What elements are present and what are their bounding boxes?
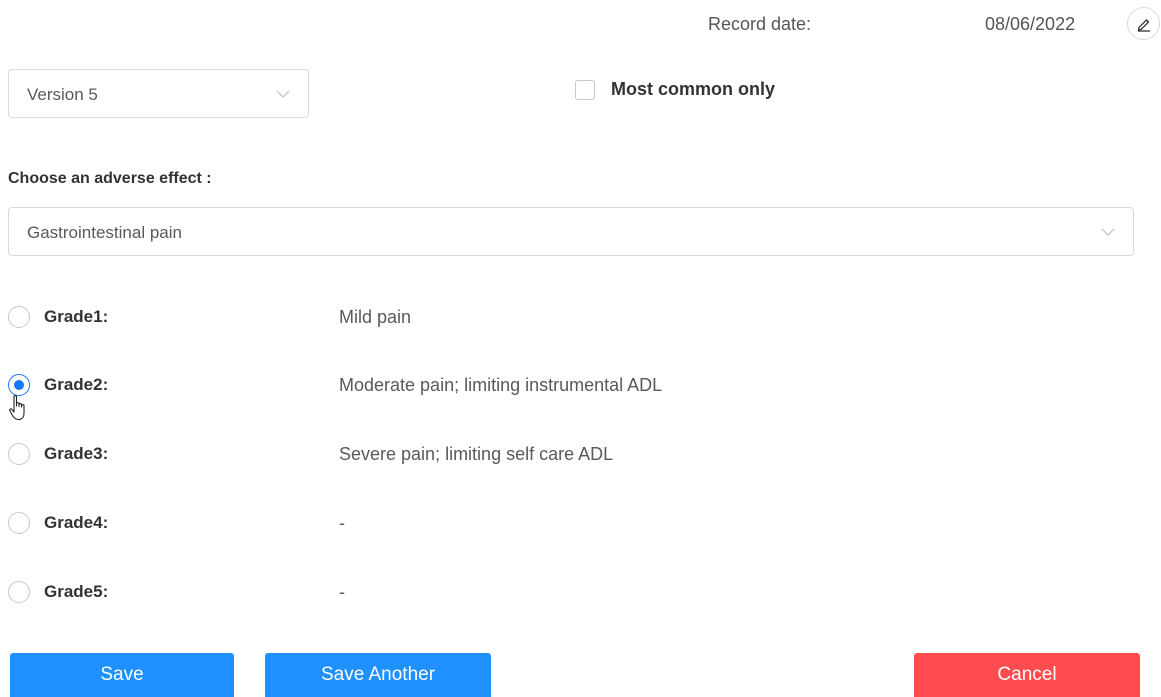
adverse-effect-value: Gastrointestinal pain (27, 223, 182, 242)
save-another-button[interactable]: Save Another (265, 653, 491, 697)
chevron-down-icon (276, 90, 290, 98)
grade-option-4[interactable]: Grade4: - (0, 509, 760, 539)
grade-1-radio[interactable] (8, 306, 30, 328)
grade-3-description: Severe pain; limiting self care ADL (339, 444, 614, 464)
grade-2-label: Grade2: (44, 375, 109, 394)
grade-4-radio[interactable] (8, 512, 30, 534)
record-date-value: 08/06/2022 (985, 14, 1076, 34)
adverse-effect-label: Choose an adverse effect : (8, 170, 212, 187)
grade-3-radio[interactable] (8, 443, 30, 465)
grade-option-2[interactable]: Grade2: Moderate pain; limiting instrume… (0, 371, 760, 401)
grade-4-description: - (339, 513, 345, 533)
grade-1-label: Grade1: (44, 307, 109, 326)
grade-option-5[interactable]: Grade5: - (0, 578, 760, 608)
grade-5-radio[interactable] (8, 581, 30, 603)
grade-option-3[interactable]: Grade3: Severe pain; limiting self care … (0, 440, 760, 470)
grade-4-label: Grade4: (44, 513, 109, 532)
most-common-checkbox[interactable] (575, 80, 595, 100)
chevron-down-icon (1101, 228, 1115, 236)
most-common-label[interactable]: Most common only (611, 79, 775, 100)
edit-date-button[interactable] (1127, 7, 1160, 40)
grade-2-description: Moderate pain; limiting instrumental ADL (339, 375, 663, 395)
cancel-button[interactable]: Cancel (914, 653, 1140, 697)
adverse-effect-select[interactable]: Gastrointestinal pain (8, 207, 1134, 256)
grade-5-label: Grade5: (44, 582, 109, 601)
grade-option-1[interactable]: Grade1: Mild pain (0, 303, 760, 333)
record-date-label: Record date: (708, 14, 812, 34)
version-select[interactable]: Version 5 (8, 69, 309, 118)
version-select-value: Version 5 (27, 85, 98, 104)
grade-2-radio[interactable] (8, 374, 30, 396)
grade-1-description: Mild pain (339, 307, 412, 327)
pencil-icon (1137, 18, 1150, 32)
save-button[interactable]: Save (10, 653, 234, 697)
grade-3-label: Grade3: (44, 444, 109, 463)
grade-5-description: - (339, 582, 345, 602)
